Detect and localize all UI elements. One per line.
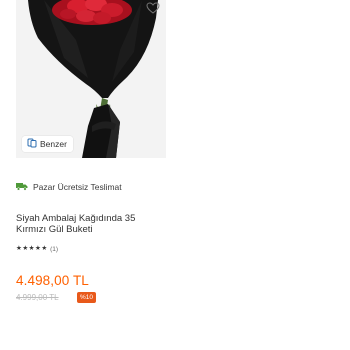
product-title[interactable]: Siyah Ambalaj Kağıdında 35 Kırmızı Gül B… [16,213,166,235]
star-icon: ★ [16,244,22,252]
shipping-info: Pazar Ücretsiz Teslimat [16,181,122,193]
product-image[interactable] [16,0,166,158]
similar-button[interactable]: Benzer [22,136,73,152]
star-icon: ★ [22,244,29,252]
star-icon: ★ [34,244,41,252]
star-icon: ★ [41,244,48,252]
product-card[interactable]: Benzer Pazar Ücretsiz Teslimat Siyah Amb… [0,0,350,350]
price: 4.498,00 TL [16,273,89,288]
rating[interactable]: ★ ★ ★ ★ ★ (1) [16,243,58,255]
bouquet-image [28,0,158,158]
similar-icon [27,135,37,153]
heart-icon[interactable] [142,0,164,16]
shipping-label: Pazar Ücretsiz Teslimat [33,182,122,192]
similar-label: Benzer [40,139,67,149]
truck-icon [16,178,28,196]
old-price: 4.999,00 TL [16,293,59,302]
rating-stars: ★ ★ ★ ★ ★ [16,244,48,253]
star-icon: ★ [28,244,35,252]
discount-badge: %10 [77,292,97,303]
rating-count: (1) [50,245,59,253]
